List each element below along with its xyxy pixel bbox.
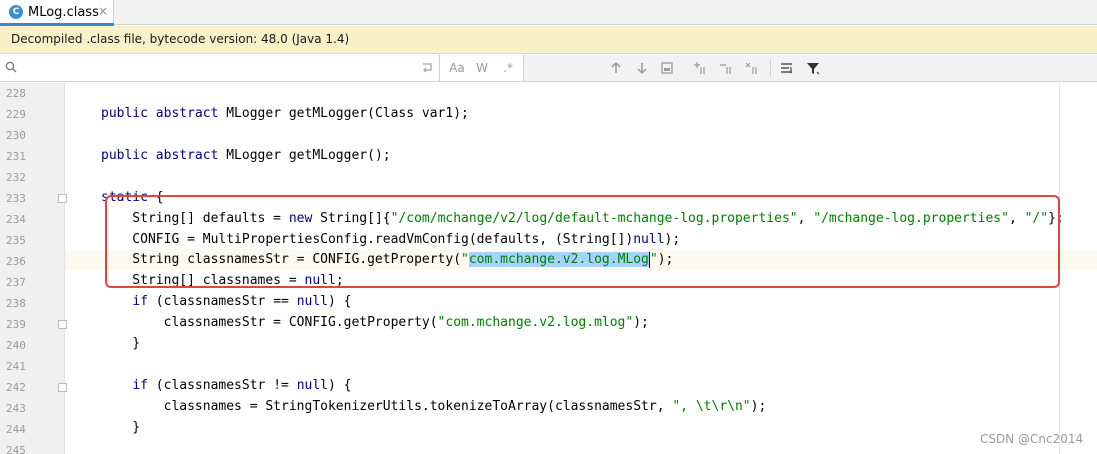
match-case-toggle[interactable]: Aa: [449, 60, 465, 76]
code-line: public abstract MLogger getMLogger();: [101, 145, 1061, 166]
line-number: 239: [6, 318, 26, 331]
code-line: classnamesStr = CONFIG.getProperty("com.…: [101, 312, 1061, 333]
fold-toggle[interactable]: [58, 383, 67, 392]
line-number: 236: [6, 255, 26, 268]
keyword: public abstract: [101, 148, 219, 163]
line-number: 231: [6, 150, 26, 163]
keyword: if: [132, 294, 148, 309]
close-icon[interactable]: ×: [98, 4, 108, 18]
search-input[interactable]: [24, 58, 404, 78]
line-number: 237: [6, 276, 26, 289]
select-all-occurrences-icon[interactable]: [659, 60, 675, 76]
banner-text: Decompiled .class file, bytecode version…: [11, 32, 350, 46]
code-text: MLogger getMLogger();: [218, 148, 391, 163]
fold-toggle[interactable]: [58, 194, 67, 203]
line-number: 240: [6, 339, 26, 352]
line-number: 230: [6, 129, 26, 142]
code-text: );: [633, 315, 649, 330]
code-text: MLogger getMLogger(Class var1);: [218, 106, 469, 121]
select-all-icon[interactable]: [744, 60, 760, 76]
string-literal: ", \t\r\n": [672, 399, 751, 414]
fold-toggle[interactable]: [58, 320, 67, 329]
regex-toggle[interactable]: .*: [500, 60, 516, 76]
code-line: public abstract MLogger getMLogger(Class…: [101, 103, 1061, 124]
keyword: null: [296, 294, 328, 309]
keyword: public abstract: [101, 106, 219, 121]
code-text: (classnamesStr !=: [147, 378, 297, 393]
code-line: if (classnamesStr == null) {: [101, 291, 1061, 312]
line-number: 243: [6, 402, 26, 415]
code-text: ) {: [328, 378, 352, 393]
code-line: }: [101, 417, 1061, 438]
words-toggle[interactable]: W: [474, 60, 490, 76]
line-number: 233: [6, 192, 26, 205]
line-number: 242: [6, 381, 26, 394]
code-text: classnames = StringTokenizerUtils.tokeni…: [101, 399, 673, 414]
code-text: ) {: [328, 294, 352, 309]
code-text: );: [750, 399, 767, 414]
code-editor[interactable]: 228 229 230 231 232 233 234 235 236 237 …: [0, 83, 1097, 454]
line-number: 234: [6, 213, 26, 226]
line-number: 241: [6, 360, 26, 373]
line-number: 238: [6, 297, 26, 310]
line-number: 244: [6, 423, 26, 436]
filter-lines-icon[interactable]: [779, 60, 795, 76]
tab-mlog-class[interactable]: C MLog.class ×: [0, 0, 114, 26]
search-options: Aa W .*: [440, 55, 524, 81]
code-text: (classnamesStr ==: [147, 294, 297, 309]
line-number-gutter: 228 229 230 231 232 233 234 235 236 237 …: [0, 83, 65, 454]
line-number: 229: [6, 108, 26, 121]
line-number: 245: [6, 444, 26, 454]
up-arrow-icon[interactable]: [608, 60, 624, 76]
annotation-highlight-box: [105, 195, 1060, 288]
code-line: if (classnamesStr != null) {: [101, 375, 1061, 396]
code-line: }: [101, 333, 1061, 354]
code-text: classnamesStr = CONFIG.getProperty(: [101, 315, 438, 330]
down-arrow-icon[interactable]: [634, 60, 650, 76]
remove-selection-icon[interactable]: [718, 60, 734, 76]
search-icon[interactable]: [5, 61, 18, 74]
watermark: CSDN @Cnc2014: [980, 432, 1084, 446]
code-line: classnames = StringTokenizerUtils.tokeni…: [101, 396, 1061, 417]
string-literal: "com.mchange.v2.log.mlog": [437, 315, 634, 330]
find-toolbar: Aa W .*: [0, 55, 1097, 82]
toolbar-divider: [770, 59, 771, 77]
line-number: 228: [6, 87, 26, 100]
line-number: 232: [6, 171, 26, 184]
add-selection-icon[interactable]: [692, 60, 708, 76]
editor-tab-bar: C MLog.class ×: [0, 0, 1097, 26]
tab-label: MLog.class: [28, 5, 99, 20]
keyword: if: [132, 378, 148, 393]
code-text: }: [101, 336, 141, 351]
keyword: null: [296, 378, 328, 393]
search-field-container: [0, 55, 440, 81]
decompiled-banner: Decompiled .class file, bytecode version…: [0, 26, 1097, 54]
code-text: }: [101, 420, 141, 435]
new-line-icon[interactable]: [420, 61, 434, 75]
line-number: 235: [6, 234, 26, 247]
filter-icon[interactable]: [805, 60, 821, 76]
class-file-icon: C: [9, 5, 23, 19]
